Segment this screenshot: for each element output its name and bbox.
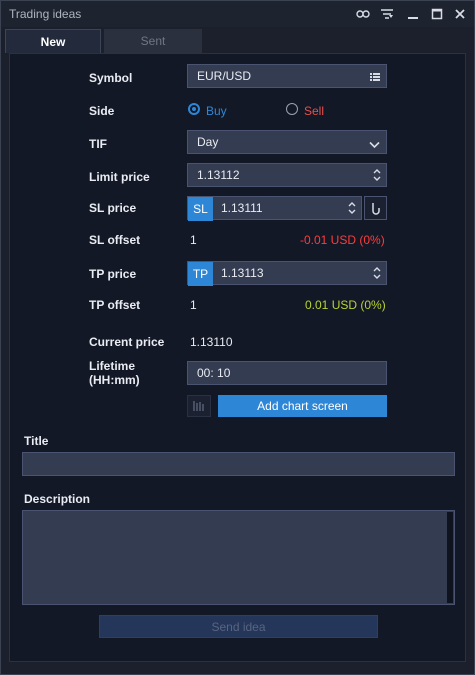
current-price-value: 1.13110 [190,335,233,349]
maximize-icon[interactable] [429,6,445,22]
trading-ideas-window: Trading ideas New Sent Symbol EUR/USD Si… [0,0,475,675]
title-label: Title [24,434,49,448]
spinner-icon[interactable] [372,264,382,282]
lifetime-unit-label: (HH:mm) [89,373,140,387]
filter-icon[interactable] [379,6,395,22]
buy-label[interactable]: Buy [206,104,227,118]
chevron-down-icon[interactable] [369,138,380,152]
list-icon[interactable] [370,71,380,85]
description-label: Description [24,492,91,506]
close-icon[interactable] [452,6,468,22]
side-label: Side [89,104,115,118]
chart-screen-icon [192,399,206,418]
tab-new[interactable]: New [5,29,101,53]
hook-icon [370,201,382,220]
sl-offset-label: SL offset [89,233,141,247]
description-scrollbar[interactable] [447,512,453,603]
sl-price-input[interactable]: SL 1.13111 [187,196,362,221]
title-input[interactable] [22,452,455,476]
minimize-icon[interactable] [405,6,421,22]
limit-price-value: 1.13112 [197,168,240,182]
tp-offset-value: 1 [190,298,197,312]
idea-form-panel: Symbol EUR/USD Side Buy Sell TIF Day Lim… [9,53,466,662]
symbol-value: EUR/USD [197,69,252,83]
limit-price-input[interactable]: 1.13112 [187,163,387,187]
spinner-icon[interactable] [372,166,382,184]
tp-offset-label: TP offset [89,298,141,312]
send-idea-button[interactable]: Send idea [99,615,378,638]
lifetime-label: Lifetime [89,359,136,373]
tif-select[interactable]: Day [187,130,387,154]
sl-price-value: 1.13111 [221,201,263,215]
tp-badge: TP [188,262,213,286]
title-bar: Trading ideas [1,1,474,27]
link-icon[interactable] [355,6,371,22]
tif-label: TIF [89,137,107,151]
lifetime-value: 00: 10 [197,366,231,380]
tab-sent[interactable]: Sent [104,29,202,53]
symbol-field[interactable]: EUR/USD [187,64,387,88]
window-title: Trading ideas [9,7,82,21]
sl-price-label: SL price [89,201,137,215]
chart-screen-toggle[interactable] [187,395,211,417]
current-price-label: Current price [89,335,165,349]
lifetime-input[interactable]: 00: 10 [187,361,387,385]
tp-offset-pnl: 0.01 USD (0%) [305,298,386,312]
sl-badge: SL [188,197,213,221]
buy-radio[interactable] [188,103,200,115]
tif-value: Day [197,135,219,149]
sl-hook-button[interactable] [364,196,387,220]
symbol-label: Symbol [89,71,133,85]
description-textarea[interactable] [22,510,455,605]
spinner-icon[interactable] [347,199,357,217]
sl-offset-pnl: -0.01 USD (0%) [300,233,385,247]
sl-offset-value: 1 [190,233,197,247]
limit-price-label: Limit price [89,170,150,184]
sell-label[interactable]: Sell [304,104,324,118]
add-chart-screen-button[interactable]: Add chart screen [218,395,387,417]
tp-price-value: 1.13113 [221,266,264,280]
tp-price-label: TP price [89,267,137,281]
tp-price-input[interactable]: TP 1.13113 [187,261,387,286]
sell-radio[interactable] [286,103,298,115]
